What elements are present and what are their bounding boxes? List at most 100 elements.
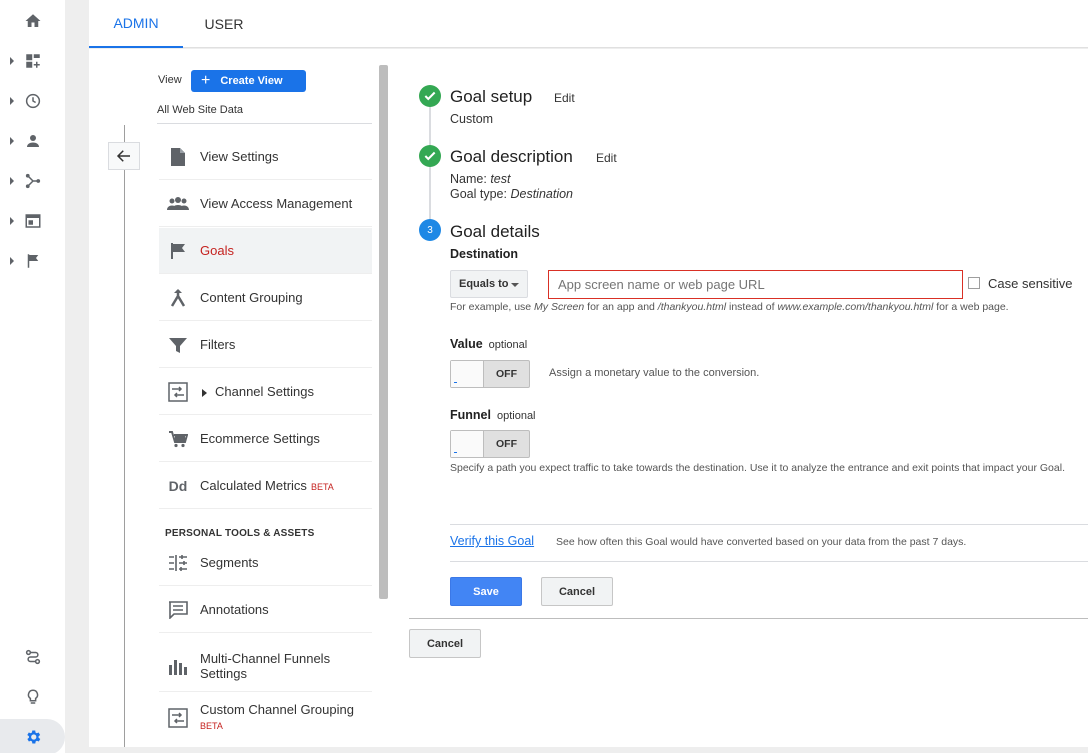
rail-home[interactable] [0,3,65,39]
toggle-knob [451,431,484,457]
case-sensitive-checkbox[interactable] [968,277,980,289]
hint-text: for an app and [584,301,658,313]
filter-icon [167,334,189,356]
acquisition-icon [25,173,41,189]
lightbulb-icon [27,689,39,704]
channel-icon [167,381,189,403]
value-description: Assign a monetary value to the conversio… [549,367,760,379]
beta-badge: BETA [200,721,223,731]
goal-type: Goal type: Destination [450,187,573,201]
rail-admin[interactable] [0,719,65,753]
back-button[interactable] [108,142,140,170]
goal-setup-value: Custom [450,112,494,126]
value-toggle[interactable]: OFF [450,360,530,388]
goal-details-title: Goal details [450,222,540,241]
rail-customization[interactable] [0,43,65,79]
hint-text: for a web page. [933,301,1009,313]
rail-audience[interactable] [0,123,65,159]
nav-item-channel-settings[interactable]: Channel Settings [159,369,372,415]
nav-item-annotations[interactable]: Annotations [159,587,372,633]
tab-admin[interactable]: ADMIN [89,0,183,48]
funnel-label: Funnel optional [450,408,536,422]
save-button[interactable]: Save [450,577,522,606]
hint-text: instead of [726,301,778,313]
nav-item-goals[interactable]: Goals [159,228,372,274]
nav-item-label: Filters [200,337,236,352]
nav-item-label: Content Grouping [200,290,303,305]
destination-label: Destination [450,247,519,261]
panel-divider [124,125,125,747]
funnel-label-text: Funnel [450,408,491,422]
outer-cancel-button[interactable]: Cancel [409,629,481,658]
cancel-button[interactable]: Cancel [541,577,613,606]
arrow-left-icon [116,150,130,162]
view-selector[interactable]: All Web Site Data [157,104,243,116]
rail-discover[interactable] [0,679,65,715]
goal-description-title: Goal description [450,147,573,166]
rail-acquisition[interactable] [0,163,65,199]
rail-attribution[interactable] [0,639,65,675]
nav-item-multi-channel-funnels-settings[interactable]: Multi-Channel Funnels Settings [159,640,372,692]
rail-conversions[interactable] [0,243,65,279]
flag-icon [27,254,39,268]
goal-setup-title: Goal setup [450,87,533,106]
home-icon [25,14,41,27]
dd-icon: Dd [168,477,188,494]
person-icon [27,135,39,147]
tab-user[interactable]: USER [183,0,265,48]
nav-item-label: Channel Settings [202,384,314,399]
toggle-knob [451,361,484,387]
nav-item-label: Multi-Channel Funnels Settings [200,650,331,681]
match-type-dropdown[interactable]: Equals to [450,270,528,298]
match-type-value: Equals to [459,278,509,290]
goal-setup-edit-link[interactable]: Edit [554,91,575,105]
value-label-text: Value [450,337,483,351]
channel-icon [167,707,189,729]
destination-input[interactable] [548,270,963,299]
personal-tools-heading: PERSONAL TOOLS & ASSETS [165,528,315,539]
nav-item-label: Ecommerce Settings [200,431,320,446]
nav-scrollbar[interactable] [379,65,388,599]
divider [450,524,1088,525]
view-selector-underline [157,123,372,124]
nav-item-segments[interactable]: Segments [159,540,372,586]
nav-item-label: Calculated Metrics BETA [200,478,334,493]
nav-item-view-access-management[interactable]: View Access Management [159,181,372,227]
nav-item-label: Goals [200,243,234,258]
nav-item-view-settings[interactable]: View Settings [159,134,372,180]
plus-icon: + [201,72,211,89]
nav-item-text: Calculated Metrics [200,478,307,493]
destination-hint: For example, use My Screen for an app an… [450,301,1009,313]
goal-type-value: Destination [510,187,574,201]
document-icon [167,146,189,168]
funnel-toggle[interactable]: OFF [450,430,530,458]
admin-user-tabs: ADMIN USER [89,0,1088,48]
beta-badge: BETA [310,482,334,492]
nav-item-calculated-metrics[interactable]: Dd Calculated Metrics BETA [159,463,372,509]
divider [450,561,1088,562]
divider [409,618,1088,619]
goal-description-edit-link[interactable]: Edit [596,151,617,165]
rail-behavior[interactable] [0,203,65,239]
optional-tag: optional [496,410,536,422]
left-rail [0,0,65,753]
nav-item-label: Segments [200,555,259,570]
hint-example: /thankyou.html [657,301,727,313]
nav-item-ecommerce-settings[interactable]: Ecommerce Settings [159,416,372,462]
clock-icon [25,93,41,109]
verify-goal-link[interactable]: Verify this Goal [450,534,534,548]
goal-name-value: test [490,172,511,186]
create-view-button[interactable]: + Create View [191,70,306,92]
hint-text: For example, use [450,301,535,313]
nav-item-custom-channel-grouping[interactable]: Custom Channel Grouping BETA [159,693,372,743]
funnel-description: Specify a path you expect traffic to tak… [450,462,1065,474]
nav-item-content-grouping[interactable]: Content Grouping [159,275,372,321]
rail-realtime[interactable] [0,83,65,119]
annotations-icon [167,599,189,621]
segments-icon [167,552,189,574]
bar-chart-icon [167,655,189,677]
hint-example: My Screen [534,301,585,313]
nav-item-filters[interactable]: Filters [159,322,372,368]
expand-caret-icon [202,388,207,397]
step-connector [429,106,431,146]
